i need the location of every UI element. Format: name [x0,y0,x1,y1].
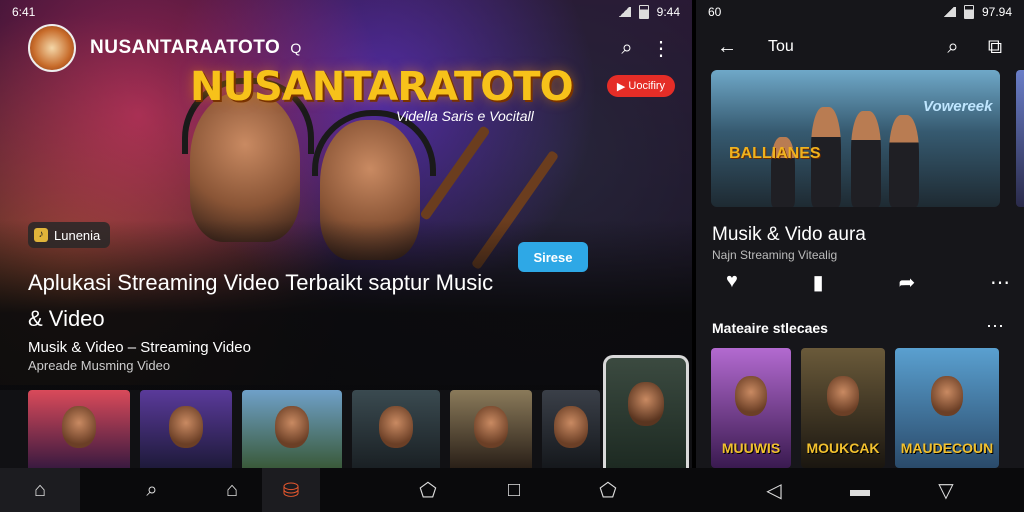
nav-home-icon[interactable]: ⌂ [0,468,80,512]
brand-suffix: Q [290,40,302,56]
related-label: MAUDECOUN [900,440,994,456]
youtube-badge-label: Uocifiry [628,80,666,92]
chip-label: Lunenia [54,227,101,243]
app-header: NUSANTARAATOTO Q ⌕ ⋮ [0,24,692,72]
status-bar: 6:41 9:44 [0,0,692,24]
more-horizontal-icon[interactable]: ⋯ [986,316,1004,337]
heart-icon[interactable]: ♥ [726,270,738,295]
related-label: MUUWIS [721,440,781,456]
status-clock: 9:44 [656,5,680,19]
youtube-badge[interactable]: ▶ Uocifiry [607,75,675,97]
featured-logo-left: BALLIANES [729,145,821,162]
search-icon[interactable]: ⌕ [610,31,644,65]
nav-app-icon[interactable]: ⛁ [262,468,320,512]
video-title: Musik & Vido aura [712,224,866,245]
next-card-peek[interactable] [1016,70,1024,207]
battery-icon [963,5,974,19]
signal-icon [616,7,631,17]
nav-search-icon[interactable]: ⌕ [112,468,192,512]
video-thumbnail[interactable] [140,390,232,468]
left-screen: 6:41 9:44 NUSANTARAATOTO Q ⌕ ⋮ NUSANTARA… [0,0,692,468]
featured-logo-right: Vowereek [923,98,993,115]
nav-down-icon[interactable]: ▽ [908,468,984,512]
nav-home-square-icon[interactable]: ▬ [822,468,898,512]
battery-icon [638,5,649,19]
cast-icon[interactable]: ⧉ [978,30,1012,64]
video-subtitle: Najn Streaming Vitealig [712,248,838,262]
category-chip[interactable]: ♪ Lunenia [28,222,111,248]
video-thumbnail[interactable] [542,390,600,468]
hero-headline: Aplukasi Streaming Video Terbaikt saptur… [28,270,494,331]
nav-recents-icon[interactable]: ⬠ [570,468,646,512]
related-thumbnail[interactable]: MOUKCAK [801,348,885,468]
nav-square-icon[interactable]: □ [476,468,552,512]
video-thumbnail[interactable] [352,390,440,468]
right-screen: 60 97.94 ← Tou ⌕ ⧉ BALLIANES Vowereek Mu… [696,0,1024,468]
hero-action-button[interactable]: Sirese [518,242,588,272]
phone-mockup [603,355,689,468]
status-time: 6:41 [12,5,36,19]
signal-icon [941,7,956,17]
video-thumbnail[interactable] [450,390,532,468]
back-arrow-icon[interactable]: ← [710,30,744,64]
share-icon[interactable]: ➦ [898,270,915,295]
play-icon: ▶ [616,80,626,93]
band-member [851,111,881,207]
related-thumbnail[interactable]: MUUWIS [711,348,791,468]
nav-back-icon[interactable]: ◁ [736,468,812,512]
detail-header: ← Tou ⌕ ⧉ [696,24,1024,70]
band-member [889,115,919,207]
chip-icon: ♪ [34,228,48,242]
action-row: ♥ ▮ ➦ ⋯ [726,270,1010,295]
detail-title: Tou [768,38,794,55]
status-time: 60 [708,5,722,19]
hero-meta-subtitle: Apreade Musming Video [28,358,171,373]
more-horizontal-icon[interactable]: ⋯ [990,270,1010,295]
status-bar: 60 97.94 [696,0,1024,24]
featured-video[interactable]: BALLIANES Vowereek [711,70,1000,207]
related-thumbnail[interactable]: MAUDECOUN [895,348,999,468]
bottom-nav-bar: ⌂ ⌕ ⌂ ⛁ ⬠ □ ⬠ ◁ ▬ ▽ [0,468,1024,512]
nav-library-icon[interactable]: ⌂ [192,468,272,512]
more-vertical-icon[interactable]: ⋮ [644,31,678,65]
search-icon[interactable]: ⌕ [936,30,970,64]
related-row: MUUWIS MOUKCAK MAUDECOUN [711,348,999,468]
video-thumbnail[interactable] [28,390,130,468]
section-title: Mateaire stlecaes [712,320,828,336]
comment-icon[interactable]: ▮ [813,270,824,295]
status-clock: 97.94 [981,5,1012,19]
video-thumbnail[interactable] [242,390,342,468]
nav-pentagon-icon[interactable]: ⬠ [390,468,466,512]
channel-avatar[interactable] [28,24,76,72]
brand-name: NUSANTARAATOTO [90,37,281,58]
hero-art-subtitle: Vidella Saris e Vocitall [396,108,534,124]
thumbnail-row [28,390,600,468]
hero-meta-title: Musik & Video – Streaming Video [28,339,251,356]
related-label: MOUKCAK [806,440,880,456]
